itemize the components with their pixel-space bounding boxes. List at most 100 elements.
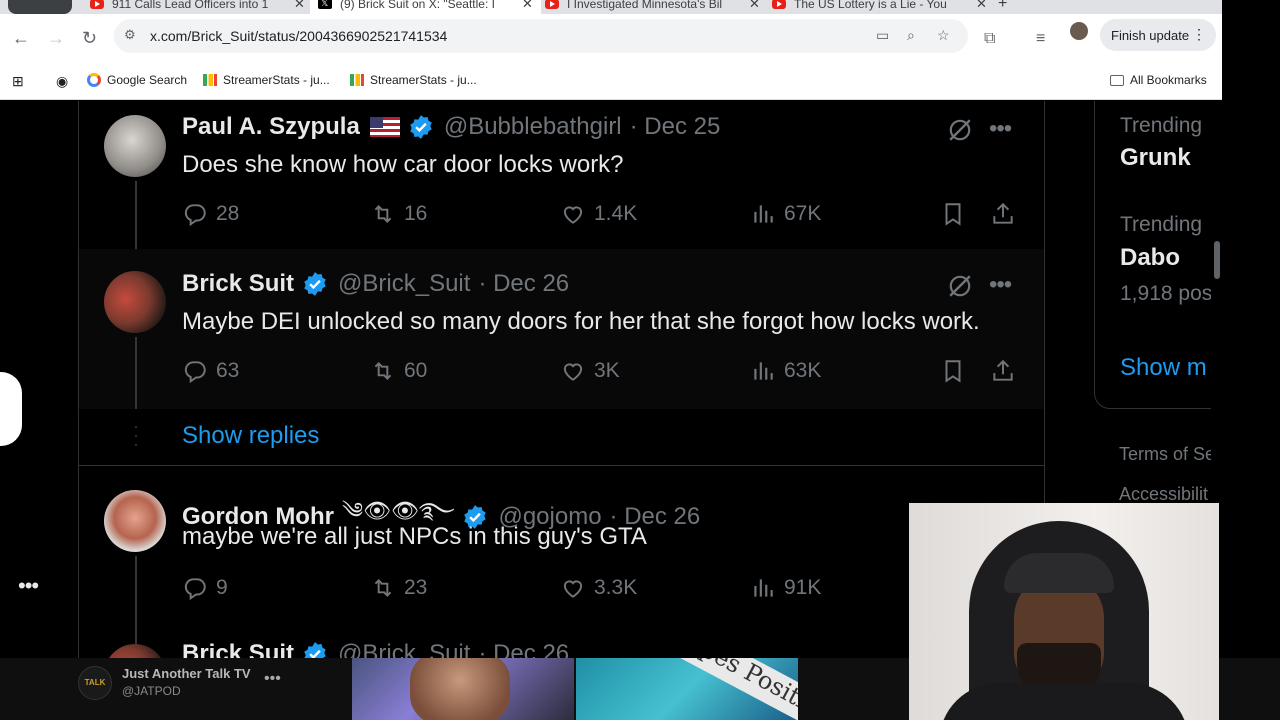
more-options-icon[interactable]: ••• — [264, 670, 281, 688]
views-button[interactable]: 67K — [750, 201, 821, 227]
show-replies-link[interactable]: Show replies — [182, 422, 319, 450]
browser-tab-bar: 911 Calls Lead Officers into 1 ✕ (9) Bri… — [0, 0, 1222, 14]
views-button[interactable]: 63K — [750, 358, 821, 384]
tab-close-icon[interactable]: ✕ — [522, 0, 533, 12]
pinned-tab[interactable] — [8, 0, 72, 14]
handle[interactable]: @Bubblebathgirl — [444, 113, 622, 141]
tweet-date[interactable]: · Dec 26 — [478, 270, 569, 298]
reload-icon[interactable]: ↻ — [82, 28, 97, 48]
grok-icon[interactable] — [947, 117, 973, 143]
profile-avatar[interactable] — [1070, 22, 1088, 40]
thread-line — [135, 181, 137, 251]
video-thumbnail[interactable]: erpes Positi — [576, 658, 798, 720]
zoom-icon[interactable]: ⌕ — [907, 27, 915, 44]
like-button[interactable]: 3K — [560, 358, 620, 384]
browser-toolbar: ← → ↻ ⚙ x.com/Brick_Suit/status/20043669… — [0, 14, 1222, 64]
show-more-link[interactable]: Show m — [1120, 354, 1207, 382]
video-thumbnail[interactable] — [352, 658, 574, 720]
tweet-date[interactable]: · Dec 25 — [630, 113, 721, 141]
view-count: 91K — [784, 576, 822, 599]
screen: 911 Calls Lead Officers into 1 ✕ (9) Bri… — [0, 0, 1280, 720]
tweet[interactable]: Paul A. Szypula @Bubblebathgirl · Dec 25… — [79, 101, 1044, 251]
tab-close-icon[interactable]: ✕ — [294, 0, 305, 12]
display-name[interactable]: Paul A. Szypula — [182, 113, 360, 141]
trend-name[interactable]: Dabo — [1120, 244, 1180, 272]
like-count: 3K — [594, 359, 620, 382]
tab-close-icon[interactable]: ✕ — [976, 0, 987, 12]
share-icon[interactable] — [990, 201, 1016, 227]
thumbnail-caption: erpes Positi — [659, 658, 798, 720]
trends-panel: Trending Grunk Trending Dabo 1,918 pos S… — [1094, 101, 1222, 409]
display-name[interactable]: Brick Suit — [182, 640, 294, 658]
tweet-actions: 9 23 3.3K 91K — [182, 575, 1032, 605]
site-settings-icon[interactable]: ⚙ — [124, 27, 136, 43]
reply-button[interactable]: 63 — [182, 358, 239, 384]
finish-update-button[interactable]: Finish update ⋮ — [1100, 19, 1216, 51]
new-tab-icon[interactable]: + — [998, 0, 1007, 13]
avatar[interactable] — [104, 115, 166, 177]
heart-icon — [563, 206, 583, 224]
forward-icon[interactable]: → — [47, 28, 65, 48]
more-options-icon[interactable]: ••• — [989, 115, 1012, 143]
globe-icon[interactable]: ◉ — [56, 73, 68, 90]
apps-grid-icon[interactable]: ⊞ — [12, 73, 24, 90]
tweet-text: Does she know how car door locks work? — [182, 151, 624, 178]
like-button[interactable]: 3.3K — [560, 575, 637, 601]
scrollbar-thumb[interactable] — [1214, 241, 1220, 279]
browser-tab-2-active[interactable]: (9) Brick Suit on X: "Seattle: I ✕ — [310, 0, 541, 14]
trend-posts: 1,918 pos — [1120, 282, 1213, 305]
display-name[interactable]: Brick Suit — [182, 270, 294, 298]
more-nav-icon[interactable]: ••• — [18, 573, 39, 599]
reply-count: 28 — [216, 202, 240, 225]
repost-button[interactable]: 16 — [370, 201, 427, 227]
tab-close-icon[interactable]: ✕ — [749, 0, 760, 12]
floating-button[interactable] — [0, 372, 22, 446]
address-bar[interactable]: ⚙ x.com/Brick_Suit/status/20043669025217… — [114, 19, 968, 53]
grok-icon[interactable] — [947, 273, 973, 299]
tweet[interactable]: Gordon Mohr ༄👁👁࿐ @gojomo · Dec 26 maybe … — [79, 466, 1044, 658]
views-icon — [754, 579, 773, 597]
handle[interactable]: @Brick_Suit — [338, 640, 470, 658]
like-button[interactable]: 1.4K — [560, 201, 637, 227]
trend-name[interactable]: Grunk — [1120, 144, 1191, 172]
browser-tab-1[interactable]: 911 Calls Lead Officers into 1 ✕ — [90, 0, 305, 14]
views-button[interactable]: 91K — [750, 575, 821, 601]
share-icon[interactable] — [990, 358, 1016, 384]
bookmark-google-search[interactable]: Google Search — [87, 73, 187, 87]
handle[interactable]: @Brick_Suit — [338, 270, 470, 298]
tweet-text: Maybe DEI unlocked so many doors for her… — [182, 308, 980, 335]
footer-accessibility-link[interactable]: Accessibilit — [1119, 484, 1208, 505]
avatar[interactable] — [104, 644, 166, 658]
reply-button[interactable]: 28 — [182, 201, 239, 227]
repost-button[interactable]: 23 — [370, 575, 427, 601]
tweet-date[interactable]: · Dec 26 — [478, 640, 569, 658]
bookmark-icon[interactable] — [940, 201, 966, 227]
footer-terms-link[interactable]: Terms of Se — [1119, 444, 1215, 465]
all-bookmarks[interactable]: All Bookmarks — [1110, 73, 1207, 87]
tab-search-icon[interactable]: ⧉ — [984, 30, 995, 48]
bar-chart-icon — [350, 74, 364, 86]
repost-button[interactable]: 60 — [370, 358, 427, 384]
avatar[interactable] — [104, 271, 166, 333]
install-icon[interactable]: ▭ — [876, 27, 889, 44]
bookmark-icon[interactable] — [940, 358, 966, 384]
verified-badge-icon — [304, 272, 326, 296]
bookmark-streamerstats-1[interactable]: StreamerStats - ju... — [203, 73, 330, 87]
bookmark-star-icon[interactable]: ☆ — [937, 27, 950, 44]
back-icon[interactable]: ← — [12, 28, 30, 48]
menu-kebab-icon[interactable]: ⋮ — [1192, 26, 1206, 43]
media-controls-icon[interactable]: ≡ — [1036, 30, 1045, 48]
avatar[interactable] — [104, 490, 166, 552]
folder-icon — [1110, 74, 1124, 86]
tweet[interactable]: Brick Suit @Brick_Suit · Dec 26 ••• Mayb… — [79, 249, 1044, 409]
bookmark-streamerstats-2[interactable]: StreamerStats - ju... — [350, 73, 477, 87]
channel-name[interactable]: Just Another Talk TV — [122, 666, 251, 681]
tweet-header: Paul A. Szypula @Bubblebathgirl · Dec 25 — [182, 113, 720, 141]
channel-avatar[interactable]: TALK — [78, 666, 112, 700]
reply-count: 9 — [216, 576, 228, 599]
youtube-icon — [545, 0, 559, 9]
reply-button[interactable]: 9 — [182, 575, 228, 601]
browser-tab-3[interactable]: I Investigated Minnesota's Bil ✕ — [545, 0, 760, 14]
more-options-icon[interactable]: ••• — [989, 271, 1012, 299]
browser-tab-4[interactable]: The US Lottery is a Lie - You ✕ — [772, 0, 987, 14]
